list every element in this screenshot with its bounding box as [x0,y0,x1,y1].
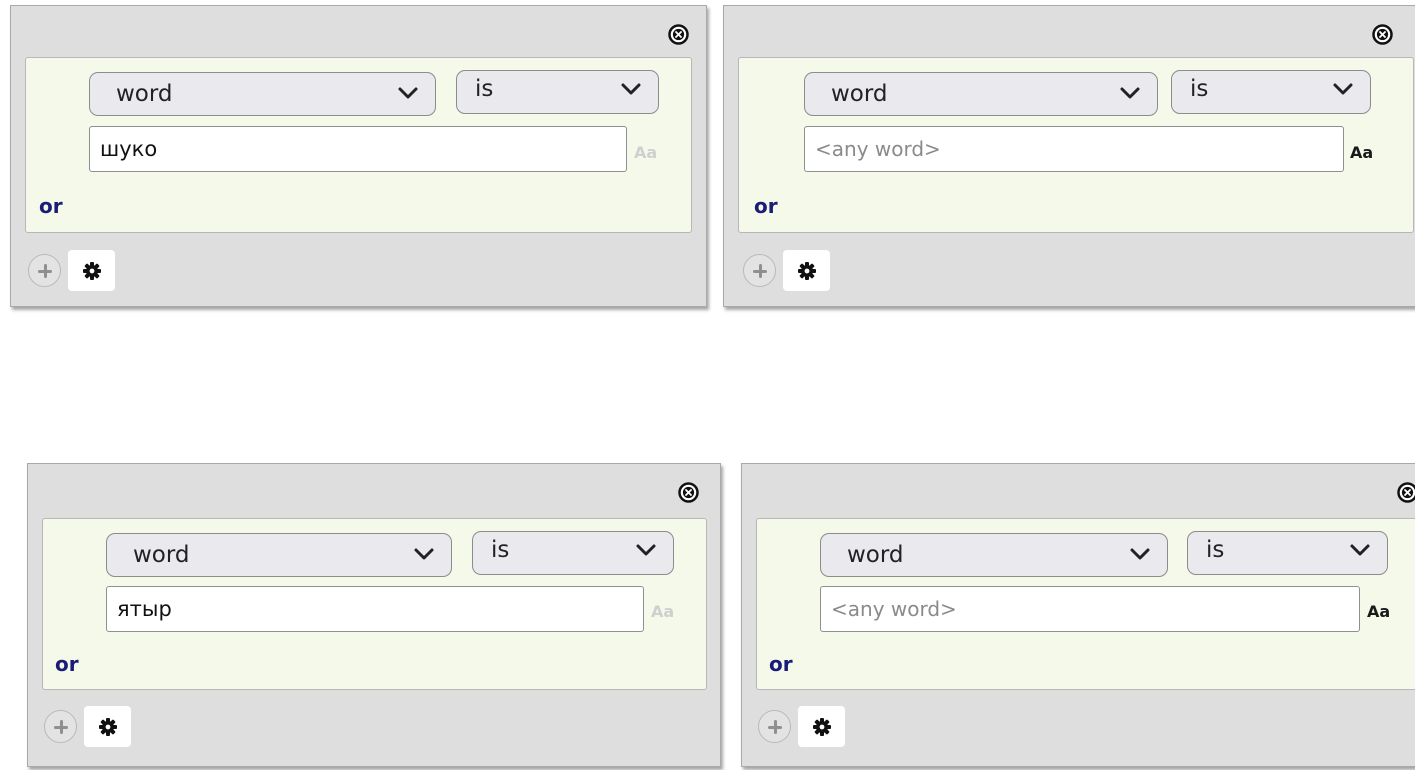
attribute-value: word [133,542,190,568]
gear-icon[interactable] [798,706,845,747]
chevron-down-icon [635,542,657,558]
gear-icon[interactable] [84,706,131,747]
attribute-select[interactable]: word [820,533,1168,577]
case-sensitive-toggle[interactable]: Aa [1350,143,1373,162]
chevron-down-icon [620,81,642,97]
or-label[interactable]: or [55,652,79,676]
operator-select[interactable]: is [456,70,659,114]
chevron-down-icon [397,85,419,101]
query-block-1: word is шуко Aa or [10,5,707,307]
gear-icon[interactable] [68,250,115,291]
word-value-input[interactable]: шуко [89,126,627,172]
chevron-down-icon [1332,81,1354,97]
chevron-down-icon [1349,542,1371,558]
case-sensitive-toggle[interactable]: Aa [651,602,674,621]
token-box: word is шуко Aa or [25,57,692,233]
close-icon[interactable] [1372,24,1393,45]
operator-value: is [1206,537,1225,563]
query-block-2: word is <any word> Aa or [723,5,1415,307]
attribute-value: word [831,81,888,107]
or-label[interactable]: or [754,194,778,218]
operator-select[interactable]: is [472,531,674,575]
case-sensitive-toggle[interactable]: Aa [1367,602,1390,621]
word-value-input[interactable]: <any word> [820,586,1360,632]
operator-select[interactable]: is [1171,70,1371,114]
query-block-4: word is <any word> Aa or [741,463,1415,767]
token-box: word is <any word> Aa or [738,57,1414,233]
operator-value: is [475,76,494,102]
plus-circle-icon[interactable] [28,254,61,287]
word-value-input[interactable]: <any word> [804,126,1344,172]
operator-value: is [491,537,510,563]
plus-circle-icon[interactable] [743,254,776,287]
token-box: word is <any word> Aa or [756,518,1415,690]
gear-icon[interactable] [783,250,830,291]
chevron-down-icon [1119,85,1141,101]
attribute-value: word [116,81,173,107]
operator-value: is [1190,76,1209,102]
plus-circle-icon[interactable] [758,710,791,743]
plus-circle-icon[interactable] [44,710,77,743]
word-value-input[interactable]: ятыр [106,586,644,632]
attribute-select[interactable]: word [804,72,1158,116]
case-sensitive-toggle[interactable]: Aa [634,143,657,162]
attribute-value: word [847,542,904,568]
operator-select[interactable]: is [1187,531,1388,575]
or-label[interactable]: or [39,194,63,218]
chevron-down-icon [1129,546,1151,562]
chevron-down-icon [413,546,435,562]
close-icon[interactable] [1397,482,1415,503]
query-block-3: word is ятыр Aa or [27,463,721,767]
token-box: word is ятыр Aa or [42,518,707,690]
attribute-select[interactable]: word [106,533,452,577]
close-icon[interactable] [678,482,699,503]
close-icon[interactable] [668,24,689,45]
attribute-select[interactable]: word [89,72,436,116]
or-label[interactable]: or [769,652,793,676]
